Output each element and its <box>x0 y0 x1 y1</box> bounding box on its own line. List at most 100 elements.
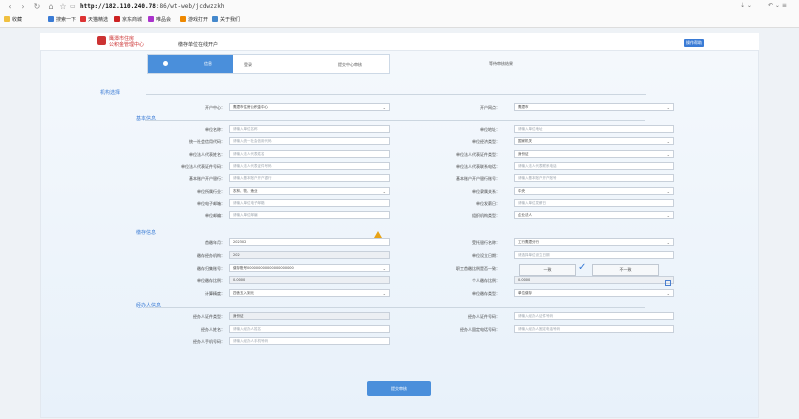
vip-icon <box>148 16 154 22</box>
field-value: 请输入单位地址 <box>518 127 543 131</box>
back-icon[interactable]: ‹ <box>5 2 15 11</box>
select-field[interactable]: 身份证 ⌄ <box>514 149 674 158</box>
field-value: 请输入基本账户开户银行 <box>233 176 272 181</box>
star-icon[interactable]: ☆ <box>58 2 68 11</box>
submit-button[interactable]: 提交审核 <box>367 381 431 396</box>
field-value: 农林、牧、渔业 <box>233 188 258 193</box>
input-field[interactable]: 0.0000 <box>514 276 674 285</box>
check-icon: ✓ <box>578 262 587 273</box>
input-field[interactable]: 请输入单位地址 <box>514 125 674 133</box>
input-field[interactable]: 身份证 <box>229 312 390 320</box>
bookmark-item[interactable]: 唯品会 <box>148 16 171 24</box>
select-field[interactable]: 四舍五入到元 ⌄ <box>229 289 390 298</box>
input-field[interactable]: 请输入法人代表姓名 <box>229 149 390 158</box>
download-icon[interactable]: ⇣ ⌄ <box>740 2 752 9</box>
same-ratio-no-button[interactable]: 不一致 <box>592 264 659 276</box>
field-label: 单位法人代表证件号码： <box>150 164 225 170</box>
input-field[interactable]: 请输入基本账户开户账号 <box>514 174 674 183</box>
input-field[interactable]: 请选择单位设立日期 <box>514 250 674 259</box>
field-label: 基本账户开户银行账号： <box>425 176 500 182</box>
step-current: 信息 <box>148 55 233 73</box>
bookmark-item[interactable]: 游戏打开 <box>180 16 208 24</box>
field-label: 经办人固定电话号码： <box>425 327 500 333</box>
field-label: 受托银行名称： <box>425 240 500 246</box>
select-field[interactable]: 缴存账号000000000000000000000 ⌄ <box>229 263 390 272</box>
center-select[interactable]: 鹰潭市住房公积金中心 ⌄ <box>229 103 390 111</box>
label-text: 受托银行名称： <box>472 240 500 245</box>
field-value: 请输入经办人证件号码 <box>518 314 553 318</box>
field-label: 职工首缴比例是否一致： <box>425 266 500 272</box>
section-title-deposit: 缴存信息 <box>136 230 157 236</box>
calendar-icon[interactable] <box>665 280 671 286</box>
input-field[interactable]: 请输入单位电子邮箱 <box>229 198 390 207</box>
field-label: 单位邮编： <box>150 213 225 219</box>
bookmarks-bar: 收藏 搜索一下 天猫精选 京东商城 唯品会 游戏打开 关于我们 <box>0 13 799 27</box>
bookmark-item[interactable]: 收藏 <box>4 16 22 24</box>
select-field[interactable]: 单位缴存 ⌄ <box>514 289 674 298</box>
url-path: :86/wt-web/jcdwzzkh <box>155 3 225 10</box>
step-dot-icon <box>163 61 168 66</box>
select-field[interactable]: 国家机关 ⌄ <box>514 137 674 146</box>
field-value: 身份证 <box>233 314 244 318</box>
help-button[interactable]: 操作帮助 <box>684 39 704 47</box>
bookmark-item[interactable]: 搜索一下 <box>48 16 76 24</box>
input-field[interactable]: 请输入基本账户开户银行 <box>229 174 390 183</box>
field-label: 单位缴存比例： <box>150 278 225 284</box>
home-icon[interactable]: ⌂ <box>46 2 56 11</box>
field-value: 0.0000 <box>233 278 246 283</box>
label-text: 单位隶属关系： <box>472 188 500 194</box>
input-field[interactable]: 请输入经办人姓名 <box>229 324 390 333</box>
select-field[interactable]: 企业法人 ⌄ <box>514 211 674 220</box>
field-value: 0.0000 <box>518 278 531 283</box>
reload-icon[interactable]: ↻ <box>32 2 42 11</box>
field-value: 请输入法人代表姓名 <box>233 151 265 156</box>
input-field[interactable]: 请输入单位名称 <box>229 125 390 133</box>
bookmark-item[interactable]: 天猫精选 <box>80 16 108 24</box>
chevron-down-icon: ⌄ <box>382 265 386 271</box>
field-label: 基本账户开户银行： <box>150 176 225 182</box>
label-text: 单位发薪日： <box>476 200 500 206</box>
step-indicator: 信息 登录 提交中心审核 <box>147 54 390 74</box>
input-field[interactable]: 请输入法人代表联系电话 <box>514 161 674 170</box>
step-label: 提交中心审核 <box>338 62 362 67</box>
label-text: 个人缴存比例： <box>472 278 500 284</box>
field-label: 缴存归集账号： <box>150 266 225 272</box>
input-field[interactable]: 请输入经办人固定电话号码 <box>514 324 674 333</box>
input-field[interactable]: 202302 <box>229 238 390 246</box>
field-label: 经办人姓名： <box>150 327 225 333</box>
input-field[interactable]: 请输入单位邮编 <box>229 211 390 220</box>
field-value: 202 <box>233 252 240 257</box>
bookmark-item[interactable]: 关于我们 <box>212 16 240 24</box>
field-label: 单位缴存类型： <box>425 291 500 297</box>
site-select[interactable]: 鹰潭市 ⌄ <box>514 103 674 111</box>
label-text: 经办人姓名： <box>201 326 225 332</box>
warning-icon <box>374 231 382 238</box>
undo-icon[interactable]: ↶ ⌄ ≡ <box>768 2 787 9</box>
field-label: 缴存经办机构： <box>150 253 225 259</box>
field-label: 单位设立日期： <box>425 253 500 259</box>
same-ratio-yes-button[interactable]: 一致 <box>519 264 576 276</box>
field-value: 请输入基本账户开户账号 <box>518 176 557 181</box>
input-field[interactable]: 请输入单位发薪日 <box>514 198 674 207</box>
field-label: 单位法人代表证件类型： <box>425 152 500 158</box>
input-field[interactable]: 请输入经办人手机号码 <box>229 337 390 345</box>
input-field[interactable]: 请输入法人代表证件号码 <box>229 161 390 170</box>
system-name: 缴存单位在线开户 <box>178 42 219 48</box>
select-field[interactable]: 农林、牧、渔业 ⌄ <box>229 186 390 195</box>
select-field[interactable]: 中央 ⌄ <box>514 186 674 195</box>
select-field[interactable]: 工行鹰潭分行 ⌄ <box>514 238 674 246</box>
about-icon <box>212 16 218 22</box>
field-value: 工行鹰潭分行 <box>518 240 539 244</box>
bookmark-item[interactable]: 京东商城 <box>114 16 142 24</box>
chevron-down-icon: ⌄ <box>666 188 670 194</box>
field-label: 开户中心： <box>205 105 225 110</box>
step-label: 信息 <box>204 61 212 66</box>
label-text: 经办人手机号码： <box>193 339 225 344</box>
input-field[interactable]: 202 <box>229 250 390 259</box>
url-bar[interactable]: http://182.110.240.78:86/wt-web/jcdwzzkh <box>80 3 225 10</box>
input-field[interactable]: 0.0000 <box>229 276 390 285</box>
bookmark-star-icon <box>4 16 10 22</box>
input-field[interactable]: 请输入统一社会信用代码 <box>229 137 390 146</box>
forward-icon[interactable]: › <box>18 2 28 11</box>
input-field[interactable]: 请输入经办人证件号码 <box>514 312 674 320</box>
